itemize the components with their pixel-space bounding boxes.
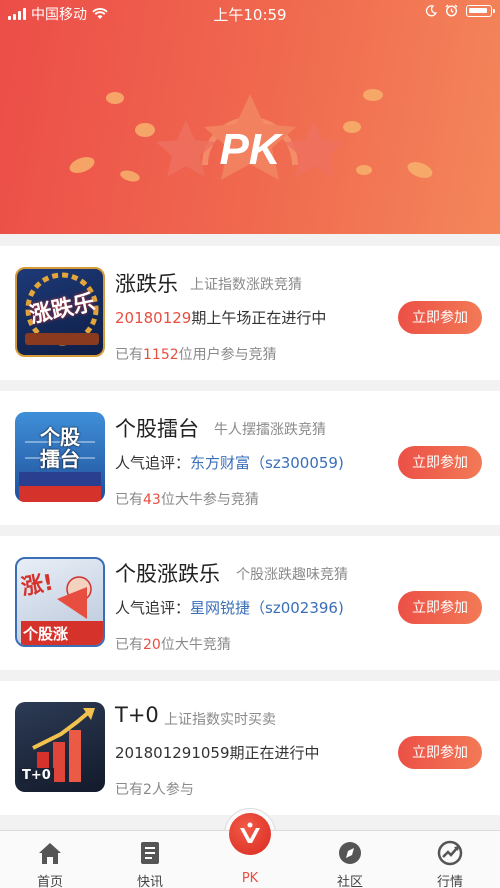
tab-label: 社区 [336, 875, 363, 888]
tab-label: PK [241, 871, 259, 886]
pk-icon [240, 822, 260, 843]
tab-home[interactable]: 首页 [0, 831, 100, 888]
gegu-zhangdiele-thumbnail: 涨! 个股涨 [15, 557, 105, 647]
stock-link[interactable]: 东方财富（sz300059) [190, 454, 344, 472]
leitai-thumbnail: 个股擂台 [15, 412, 105, 502]
home-icon [39, 843, 61, 864]
pk-emblem-text: PK [219, 125, 283, 174]
leitai-thumb-text: 个股擂台 [40, 425, 80, 471]
game-card-gegu-leitai[interactable]: 个股擂台 个股擂台 牛人摆擂涨跌竞猜 人气追评：东方财富（sz300059) 已… [0, 391, 500, 525]
pk-tab-button[interactable] [229, 813, 271, 855]
join-button[interactable]: 立即参加 [398, 591, 482, 624]
t0-thumbnail: T+0 [15, 702, 105, 792]
tab-label: 首页 [36, 875, 63, 888]
card-hot-stock: 人气追评：星网锐捷（sz002396) [115, 599, 344, 617]
join-button[interactable]: 立即参加 [398, 736, 482, 769]
card-title: T+0 [115, 703, 159, 727]
card-title: 涨跌乐 [115, 272, 178, 296]
tab-label: 行情 [436, 875, 463, 888]
t0-thumb-text: T+0 [19, 768, 54, 783]
pk-emblem: PK [156, 94, 344, 180]
gegu-thumb-text-1: 涨! [19, 570, 56, 601]
card-subtitle: 个股涨跌趣味竞猜 [236, 567, 348, 583]
join-button[interactable]: 立即参加 [398, 446, 482, 479]
card-hot-stock: 人气追评：东方财富（sz300059) [115, 454, 344, 472]
tab-community[interactable]: 社区 [300, 831, 400, 888]
game-card-gegu-zhangdiele[interactable]: 涨! 个股涨 个股涨跌乐 个股涨跌趣味竞猜 人气追评：星网锐捷（sz002396… [0, 536, 500, 670]
stock-link[interactable]: 星网锐捷（sz002396) [190, 599, 344, 617]
compass-icon [339, 842, 361, 864]
hero-banner: 中国移动 上午10:59 PK [0, 0, 500, 234]
card-participants: 已有2人参与 [115, 782, 194, 798]
tab-market[interactable]: 行情 [400, 831, 500, 888]
zhangdiele-thumbnail: 涨跌乐 [15, 267, 105, 357]
news-icon [141, 842, 159, 864]
gegu-thumb-text-2: 个股涨 [23, 625, 69, 643]
card-status: 20180129期上午场正在进行中 [115, 309, 327, 327]
card-title: 个股擂台 [115, 417, 199, 441]
card-subtitle: 上证指数涨跌竞猜 [190, 277, 302, 293]
card-subtitle: 牛人摆擂涨跌竞猜 [214, 422, 326, 438]
card-participants: 已有20位大牛竞猜 [115, 637, 231, 653]
card-subtitle: 上证指数实时买卖 [164, 712, 276, 728]
card-title: 个股涨跌乐 [115, 562, 220, 586]
join-button[interactable]: 立即参加 [398, 301, 482, 334]
tab-label: 快讯 [136, 875, 163, 888]
game-card-t0[interactable]: T+0 T+0 上证指数实时买卖 201801291059期正在进行中 已有2人… [0, 681, 500, 815]
tab-news[interactable]: 快讯 [100, 831, 200, 888]
card-status: 201801291059期正在进行中 [115, 744, 320, 762]
market-icon [437, 840, 463, 866]
card-participants: 已有1152位用户参与竞猜 [115, 347, 277, 363]
card-participants: 已有43位大牛参与竞猜 [115, 492, 259, 508]
game-card-zhangdiele[interactable]: 涨跌乐 涨跌乐 上证指数涨跌竞猜 20180129期上午场正在进行中 已有115… [0, 246, 500, 380]
